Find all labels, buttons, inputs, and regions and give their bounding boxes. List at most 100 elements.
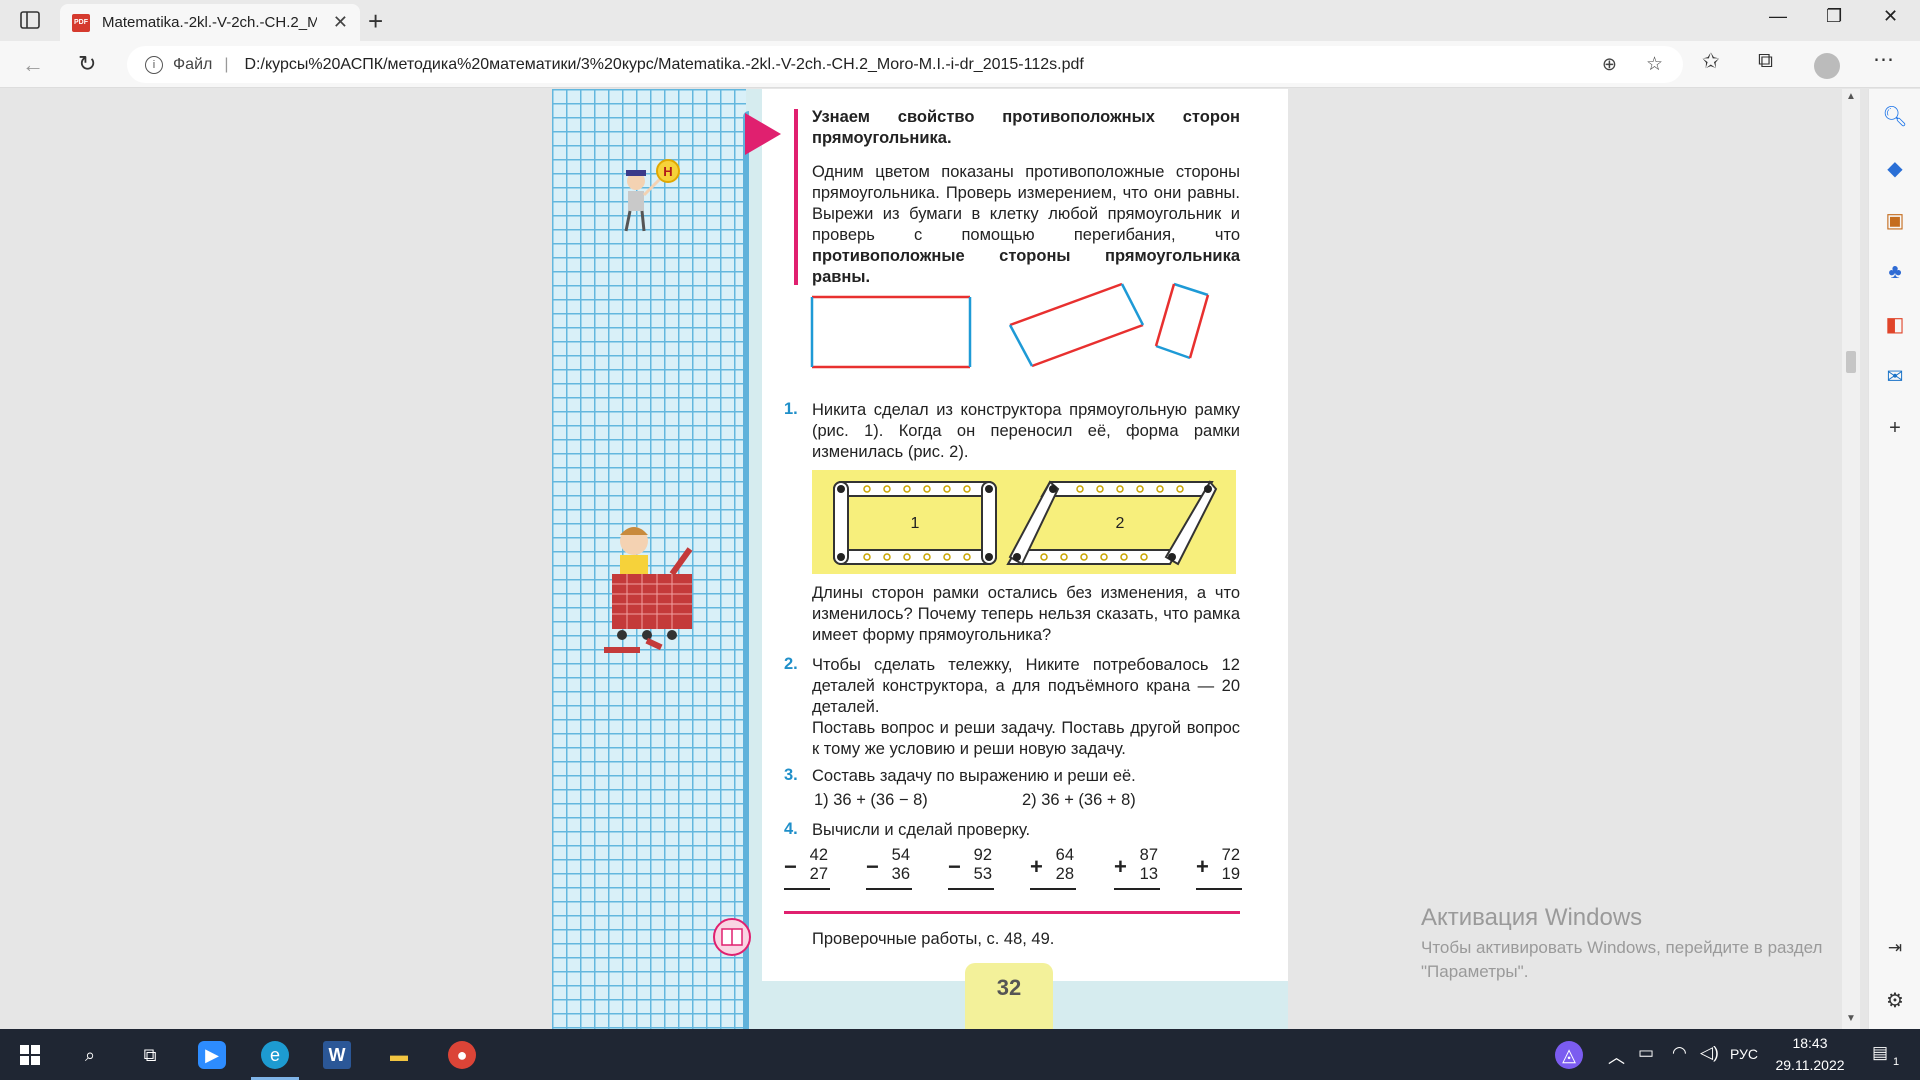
word-app-icon[interactable]: W <box>323 1041 351 1069</box>
column-sign: + <box>1030 854 1043 879</box>
input-language[interactable]: РУС <box>1730 1046 1758 1062</box>
add-favorite-icon[interactable]: ☆ <box>1646 53 1663 76</box>
column-line <box>948 888 994 890</box>
edge-app-icon[interactable]: e <box>261 1041 289 1069</box>
task-1-text: Никита сделал из конструктора прямоуголь… <box>812 401 1240 461</box>
check-works-reference: Проверочные работы, с. 48, 49. <box>812 930 1055 948</box>
chrome-app-icon[interactable]: ● <box>448 1041 476 1069</box>
badge-letter: Н <box>663 164 672 179</box>
section-marker-icon <box>745 113 781 155</box>
collections-icon[interactable]: ⧉ <box>1758 49 1773 73</box>
task-3-number: 3. <box>784 766 798 784</box>
address-separator: | <box>224 55 229 73</box>
frame-parallelogram: 2 <box>1006 480 1218 566</box>
taskbar-search-icon[interactable]: ⌕ <box>76 1041 104 1069</box>
notification-count: 1 <box>1893 1056 1900 1068</box>
scroll-thumb[interactable] <box>1846 351 1856 373</box>
column-sign: + <box>1114 854 1127 879</box>
zoom-icon[interactable]: ⊕ <box>1602 54 1617 75</box>
vertical-scrollbar[interactable]: ▲ ▼ <box>1842 89 1860 1029</box>
close-tab-icon[interactable]: ✕ <box>333 12 348 33</box>
wifi-icon[interactable]: ◠ <box>1672 1043 1687 1063</box>
file-explorer-icon[interactable]: ▬ <box>385 1041 413 1069</box>
tray-expand-icon[interactable]: ︿ <box>1608 1043 1625 1068</box>
rectangles-figure <box>810 282 1210 369</box>
activation-watermark-text: Чтобы активировать Windows, перейдите в … <box>1421 938 1823 981</box>
column-example: + 87 13 <box>1114 846 1164 890</box>
task-3-expression-2: 2) 36 + (36 + 8) <box>1022 791 1136 809</box>
pdf-viewer[interactable]: Н 32 Узнаем свойство противоположных сто… <box>0 89 1842 1031</box>
search-icon[interactable]: 🔍︎ <box>1882 103 1908 129</box>
file-scheme-label: Файл <box>173 55 213 73</box>
clock-time[interactable]: 18:43 <box>1776 1035 1844 1051</box>
column-sign: − <box>784 854 797 879</box>
frame-rectangle: 1 <box>833 481 997 565</box>
section-accent-bar <box>794 109 798 285</box>
minimize-icon[interactable]: — <box>1769 6 1787 27</box>
intro-paragraph-text: Одним цветом показаны противоположные ст… <box>812 163 1240 244</box>
outlook-icon[interactable]: ✉ <box>1882 363 1908 389</box>
info-icon[interactable]: i <box>145 55 163 74</box>
restore-icon[interactable]: ❐ <box>1826 6 1842 27</box>
profile-avatar[interactable] <box>1814 53 1840 79</box>
activation-watermark-title: Активация Windows <box>1421 904 1643 931</box>
url-text[interactable]: D:/курсы%20АСПК/методика%20математики/3%… <box>245 56 1084 74</box>
clock-date[interactable]: 29.11.2022 <box>1770 1057 1850 1073</box>
notifications-icon[interactable]: ▤ <box>1872 1043 1888 1063</box>
hide-sidebar-icon[interactable]: ⇥ <box>1882 935 1908 961</box>
page-number: 32 <box>965 963 1053 1029</box>
new-tab-icon[interactable]: + <box>368 6 383 37</box>
book-icon <box>713 918 751 956</box>
games-icon[interactable]: ♣ <box>1882 259 1908 285</box>
refresh-icon[interactable]: ↻ <box>78 51 96 77</box>
address-field[interactable]: i Файл | D:/курсы%20АСПК/методика%20мате… <box>127 46 1683 83</box>
task-view-icon[interactable]: ⧉ <box>136 1041 164 1069</box>
task-1-number: 1. <box>784 400 798 418</box>
shopping-tag-icon[interactable]: ◆ <box>1882 155 1908 181</box>
tab-actions-icon[interactable] <box>15 9 45 31</box>
column-line <box>784 888 830 890</box>
tab-title: Matematika.-2kl.-V-2ch.-CH.2_M <box>102 14 317 31</box>
task-2-number: 2. <box>784 655 798 673</box>
boy-with-crane-illustration <box>604 527 693 653</box>
column-line <box>1196 888 1242 890</box>
task-1-question: Длины сторон рамки остались без изменени… <box>812 584 1240 644</box>
frame-1-label: 1 <box>911 515 920 532</box>
column-line <box>1030 888 1076 890</box>
column-sign: − <box>948 854 961 879</box>
pdf-file-icon: PDF <box>72 13 90 32</box>
scroll-up-icon[interactable]: ▲ <box>1846 91 1856 102</box>
column-example: − 42 27 <box>784 846 834 890</box>
back-icon[interactable]: ← <box>22 52 44 78</box>
favorites-icon[interactable]: ✩ <box>1702 49 1720 74</box>
scroll-down-icon[interactable]: ▼ <box>1846 1013 1856 1024</box>
column-example: − 92 53 <box>948 846 998 890</box>
volume-icon[interactable]: ◁) <box>1700 1043 1719 1063</box>
task-3-expression-1: 1) 36 + (36 − 8) <box>814 791 928 809</box>
column-line <box>866 888 912 890</box>
frame-2-label: 2 <box>1116 515 1125 532</box>
constructor-frames-figure: 1 2 <box>812 470 1236 574</box>
browser-tab[interactable]: PDF Matematika.-2kl.-V-2ch.-CH.2_M ✕ <box>60 4 360 41</box>
close-window-icon[interactable]: ✕ <box>1883 6 1898 27</box>
assistant-app-icon[interactable]: ◬ <box>1555 1041 1583 1069</box>
column-example: − 54 36 <box>866 846 916 890</box>
sidebar-settings-icon[interactable]: ⚙ <box>1882 987 1908 1013</box>
tools-icon[interactable]: ▣ <box>1882 207 1908 233</box>
column-line <box>1114 888 1160 890</box>
address-bar-row: ← ↻ i Файл | D:/курсы%20АСПК/методика%20… <box>0 41 1920 88</box>
boy-with-badge-illustration: Н <box>624 159 680 232</box>
task-2-instruction: Поставь вопрос и реши задачу. Поставь др… <box>812 719 1240 758</box>
add-sidebar-app-icon[interactable]: + <box>1882 415 1908 441</box>
tab-bar: PDF Matematika.-2kl.-V-2ch.-CH.2_M ✕ + —… <box>0 0 1920 41</box>
grid-margin-edge <box>743 111 749 1031</box>
task-2-text: Чтобы сделать тележку, Никите потребовал… <box>812 656 1240 716</box>
windows-start-icon[interactable] <box>16 1041 44 1069</box>
office-icon[interactable]: ◧ <box>1882 311 1908 337</box>
column-example: + 72 19 <box>1196 846 1246 890</box>
more-options-icon[interactable]: ⋯ <box>1873 47 1894 72</box>
windows-taskbar: ⌕ ⧉ ▶ e W ▬ ● ◬ ︿ ▭ ◠ ◁) РУС 18:43 29.11… <box>0 1029 1920 1080</box>
battery-icon[interactable]: ▭ <box>1638 1043 1654 1063</box>
zoom-app-icon[interactable]: ▶ <box>198 1041 226 1069</box>
column-example: + 64 28 <box>1030 846 1080 890</box>
